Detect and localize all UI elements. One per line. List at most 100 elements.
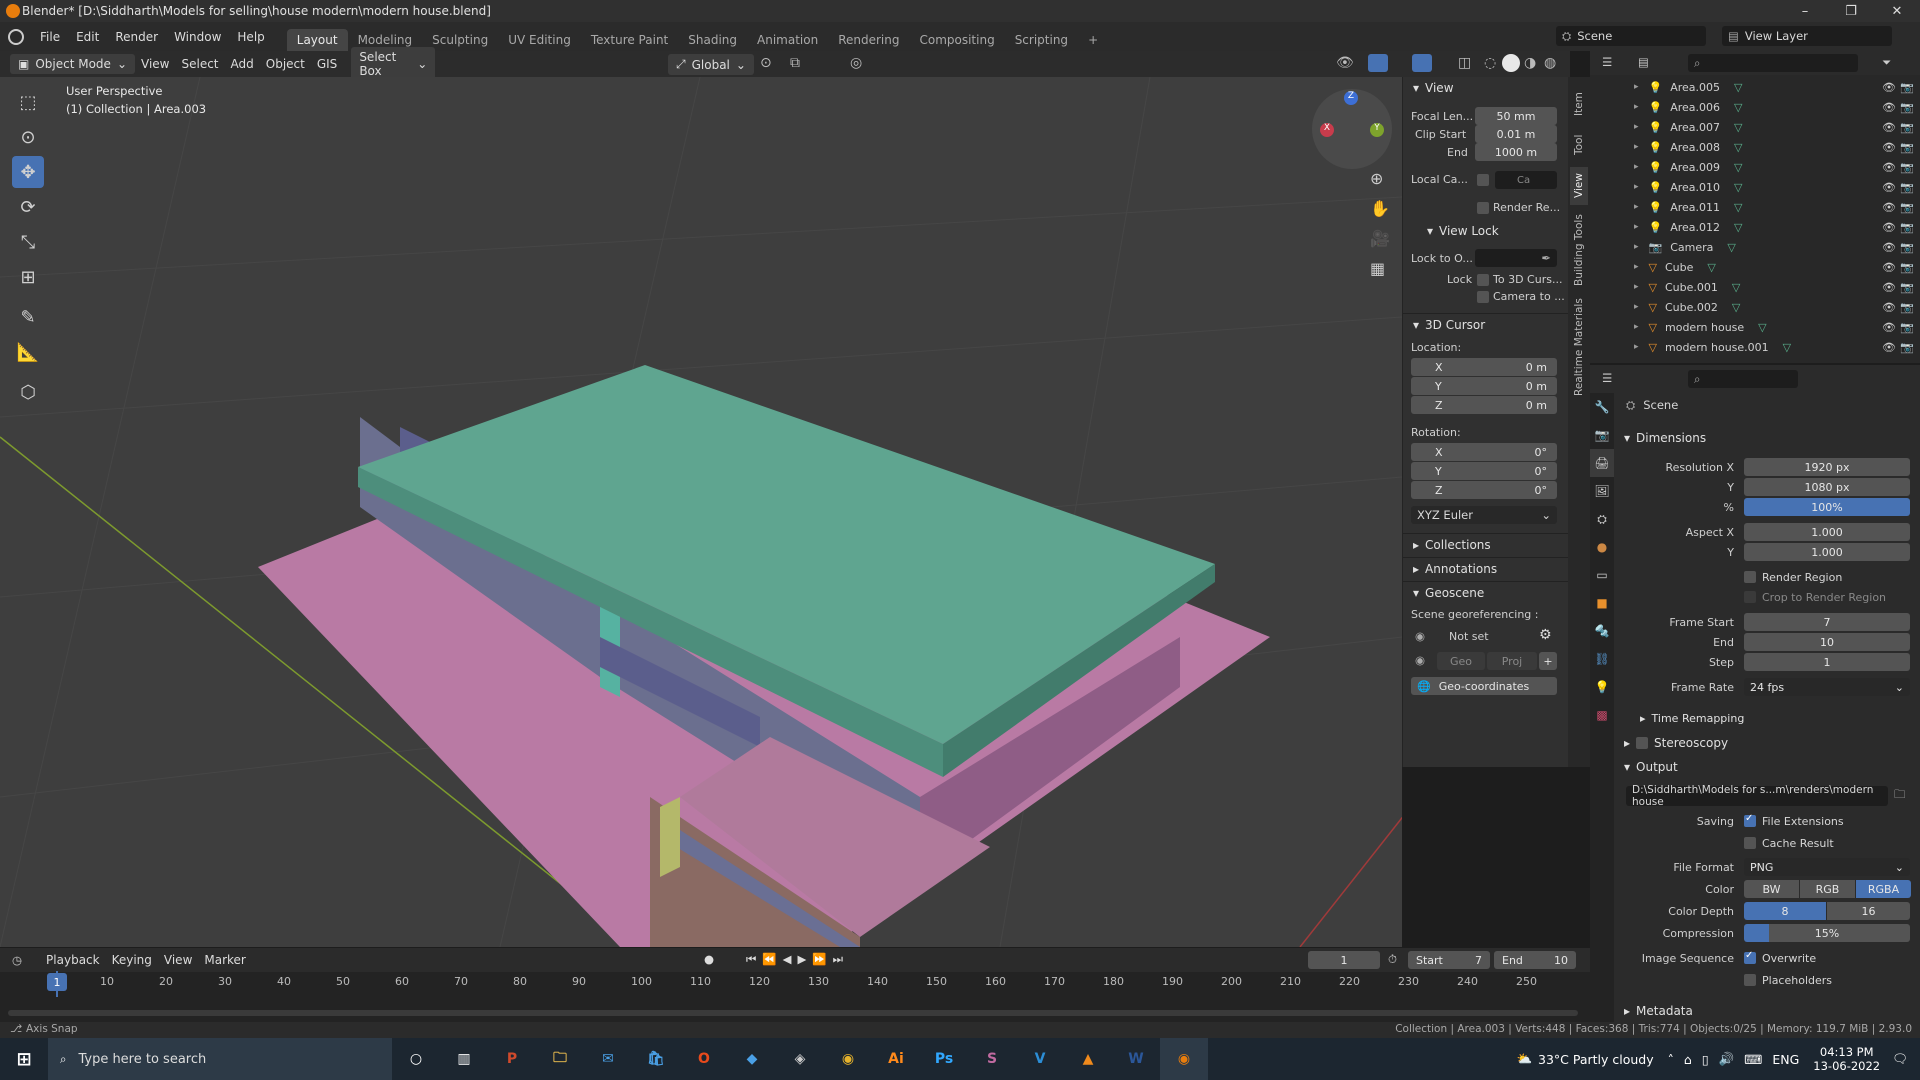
outliner-row[interactable]: ▸ 💡 Area.007 ▽ 👁 📷: [1590, 117, 1920, 137]
outliner-row[interactable]: ▸ 💡 Area.009 ▽ 👁 📷: [1590, 157, 1920, 177]
properties-search-input[interactable]: ⌕: [1688, 370, 1798, 388]
camera-render-icon[interactable]: 📷: [1900, 101, 1914, 114]
volume-icon[interactable]: 🔊: [1719, 1051, 1735, 1067]
current-frame-field[interactable]: 1: [1308, 951, 1380, 969]
keyboard-icon[interactable]: ⌨: [1744, 1052, 1762, 1067]
eye-icon[interactable]: 👁: [1882, 261, 1896, 274]
task-view-icon[interactable]: ▥: [440, 1038, 488, 1080]
timeline-menu-marker[interactable]: Marker: [198, 950, 251, 970]
gizmo-y-axis[interactable]: Y: [1370, 123, 1384, 137]
output-path-input[interactable]: D:\Siddharth\Models for s...m\renders\mo…: [1626, 784, 1888, 808]
outliner-row[interactable]: ▸ 💡 Area.011 ▽ 👁 📷: [1590, 197, 1920, 217]
tab-animation[interactable]: Animation: [747, 29, 828, 51]
camera-render-icon[interactable]: 📷: [1900, 161, 1914, 174]
annotate-tool-icon[interactable]: ✎: [12, 301, 44, 333]
sidebar-tab-tool[interactable]: Tool: [1570, 127, 1588, 163]
menu-help[interactable]: Help: [229, 30, 272, 44]
cursor-location-z[interactable]: Z 0 m: [1411, 396, 1557, 414]
cursor-rotation-x[interactable]: X 0°: [1411, 443, 1557, 461]
expand-arrow-icon[interactable]: ▸: [1634, 102, 1639, 112]
viewport-menu-select[interactable]: Select: [175, 54, 224, 74]
sidebar-tab-building-tools[interactable]: Building Tools: [1570, 209, 1588, 291]
pan-hand-icon[interactable]: ✋: [1370, 199, 1390, 218]
local-camera-checkbox[interactable]: [1477, 174, 1489, 186]
select-box-tool-icon[interactable]: ⬚: [12, 86, 44, 118]
chrome-icon[interactable]: ◉: [824, 1038, 872, 1080]
eye-icon[interactable]: 👁: [1882, 201, 1896, 214]
outliner-row[interactable]: ▸ 📷 Camera ▽ 👁 📷: [1590, 237, 1920, 257]
pivot-icon[interactable]: ⊙: [760, 55, 772, 71]
cursor-tool-icon[interactable]: ⊙: [12, 121, 44, 153]
eye-icon[interactable]: 👁: [1882, 301, 1896, 314]
scale-tool-icon[interactable]: ⤡: [12, 226, 44, 258]
clip-end-field[interactable]: 1000 m: [1475, 143, 1557, 161]
camera-to-view-checkbox[interactable]: [1477, 291, 1489, 303]
clock-icon[interactable]: ◷: [12, 953, 22, 967]
timeline-track[interactable]: 10 20 30 40 50 60 70 80 90 100 110 120 130 140 150 160 1…: [0, 971, 1590, 1024]
eye-icon[interactable]: 👁: [1882, 161, 1896, 174]
display-mode-icon[interactable]: ▤: [1638, 55, 1649, 69]
eye-icon[interactable]: 👁: [1882, 321, 1896, 334]
expand-arrow-icon[interactable]: ▸: [1634, 222, 1639, 232]
gear-icon[interactable]: ⚙: [1539, 627, 1552, 643]
color-rgba-button[interactable]: RGBA: [1856, 880, 1911, 898]
camera-render-icon[interactable]: 📷: [1900, 81, 1914, 94]
playback-controls-icon[interactable]: ⏮⏪◀▶⏩⏭: [746, 952, 849, 967]
word-icon[interactable]: W: [1112, 1038, 1160, 1080]
expand-arrow-icon[interactable]: ▸: [1634, 282, 1639, 292]
proj-button[interactable]: Proj: [1487, 652, 1537, 670]
radio-icon[interactable]: ◉: [1415, 629, 1425, 643]
outliner-row[interactable]: ▸ 💡 Area.008 ▽ 👁 📷: [1590, 137, 1920, 157]
metadata-header[interactable]: ▸ Metadata: [1614, 1000, 1703, 1022]
frame-end-field[interactable]: 10: [1744, 633, 1910, 651]
camera-view-icon[interactable]: 🎥: [1370, 229, 1390, 248]
crop-region-checkbox[interactable]: [1744, 591, 1756, 603]
camera-render-icon[interactable]: 📷: [1900, 301, 1914, 314]
eye-icon[interactable]: 👁: [1882, 221, 1896, 234]
outliner-row[interactable]: ▸ ▽ Cube.001 ▽ 👁 📷: [1590, 277, 1920, 297]
material-shading-icon[interactable]: ◑: [1524, 55, 1536, 71]
minimize-button[interactable]: –: [1782, 0, 1828, 22]
gizmo-z-axis[interactable]: Z: [1344, 91, 1358, 105]
lock-to-object-field[interactable]: ✒: [1475, 249, 1557, 267]
viewport-menu-object[interactable]: Object: [260, 54, 311, 74]
output-tab-icon[interactable]: 🖨: [1590, 449, 1614, 477]
annotations-header[interactable]: ▸ Annotations: [1403, 557, 1569, 580]
camera-render-icon[interactable]: 📷: [1900, 201, 1914, 214]
office-icon[interactable]: O: [680, 1038, 728, 1080]
tab-scripting[interactable]: Scripting: [1005, 29, 1078, 51]
filter-icon[interactable]: ⏷: [1882, 55, 1891, 70]
expand-arrow-icon[interactable]: ▸: [1634, 242, 1639, 252]
dimensions-header[interactable]: ▾ Dimensions: [1614, 427, 1716, 449]
frame-step-field[interactable]: 1: [1744, 653, 1910, 671]
outliner-row[interactable]: ▸ ▽ modern house ▽ 👁 📷: [1590, 317, 1920, 337]
texture-tab-icon[interactable]: ▩: [1590, 701, 1614, 729]
grid-view-icon[interactable]: ▦: [1370, 259, 1385, 278]
cursor-rotation-y[interactable]: Y 0°: [1411, 462, 1557, 480]
local-camera-field[interactable]: Ca: [1495, 171, 1557, 189]
view-section-header[interactable]: ▾ View: [1403, 77, 1568, 99]
camera-render-icon[interactable]: 📷: [1900, 221, 1914, 234]
aspect-x-field[interactable]: 1.000: [1744, 523, 1910, 541]
vectorworks-icon[interactable]: V: [1016, 1038, 1064, 1080]
geo-add-button[interactable]: +: [1539, 652, 1557, 670]
tab-compositing[interactable]: Compositing: [909, 29, 1004, 51]
taskbar-search-box[interactable]: ⌕ Type here to search: [48, 1038, 392, 1080]
geoscene-header[interactable]: ▾ Geoscene: [1403, 581, 1569, 604]
depth-8-button[interactable]: 8: [1744, 902, 1826, 920]
3d-cursor-header[interactable]: ▾ 3D Cursor: [1403, 313, 1569, 336]
camera-render-icon[interactable]: 📷: [1900, 141, 1914, 154]
eye-icon[interactable]: 👁: [1882, 341, 1896, 354]
view-layer-selector[interactable]: ▤ View Layer: [1722, 26, 1892, 46]
eye-icon[interactable]: 👁: [1882, 121, 1896, 134]
app-icon[interactable]: ◈: [776, 1038, 824, 1080]
tool-tab-icon[interactable]: 🔧: [1590, 393, 1614, 421]
stereoscopy-checkbox[interactable]: [1636, 737, 1649, 749]
timeline-menu-view[interactable]: View: [158, 950, 198, 970]
viewport-menu-add[interactable]: Add: [225, 54, 260, 74]
cursor-rotation-z[interactable]: Z 0°: [1411, 481, 1557, 499]
transform-tool-icon[interactable]: ⊞: [12, 261, 44, 293]
collection-tab-icon[interactable]: ▭: [1590, 561, 1614, 589]
viewport-menu-view[interactable]: View: [135, 54, 175, 74]
time-remapping-header[interactable]: ▸ Time Remapping: [1630, 708, 1754, 729]
